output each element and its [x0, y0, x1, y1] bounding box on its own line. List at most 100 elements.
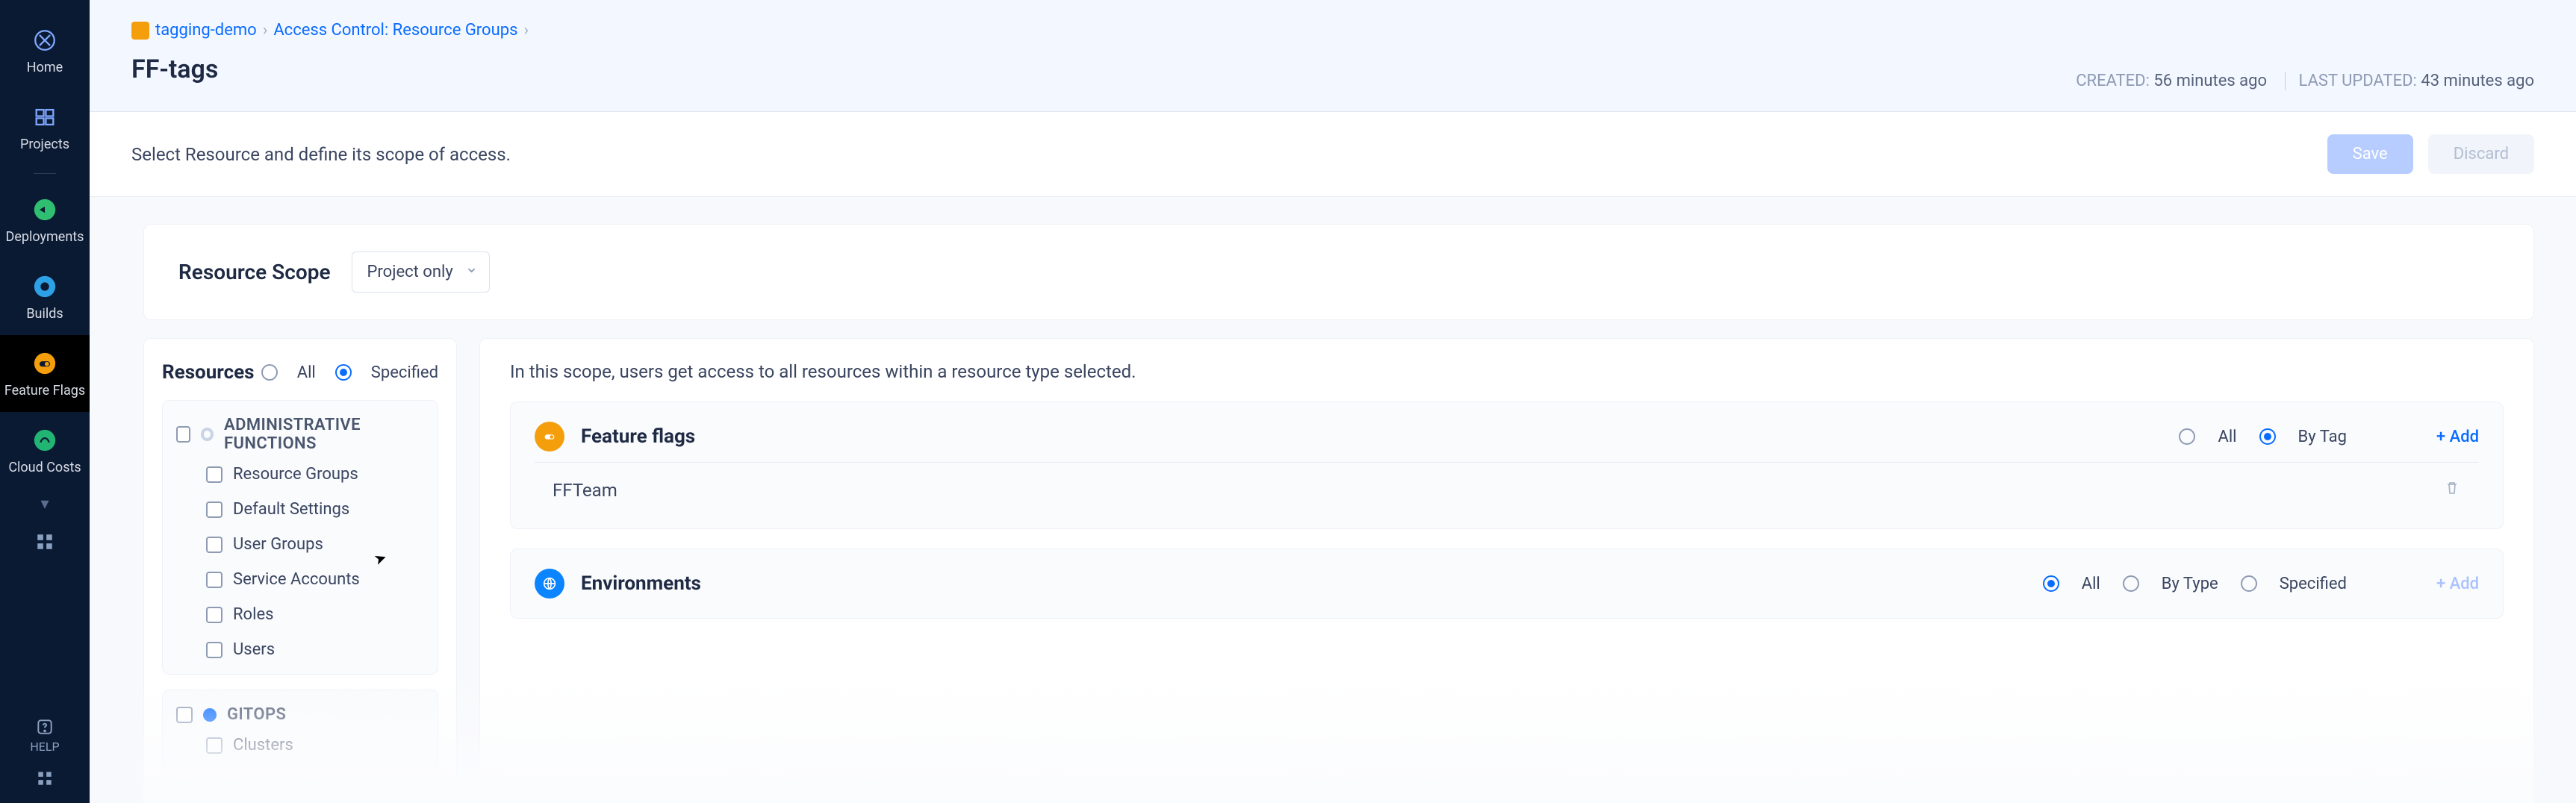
card-body: FFTeam — [535, 462, 2479, 509]
radio-by-type-label: By Type — [2162, 575, 2218, 593]
checkbox[interactable] — [206, 502, 223, 518]
sidebar-item-label: Feature Flags — [4, 383, 85, 399]
add-button[interactable]: + Add — [2436, 428, 2479, 446]
checkbox[interactable] — [206, 737, 223, 754]
card-filter: All By Tag + Add — [2179, 428, 2479, 446]
sidebar-help[interactable]: HELP — [30, 717, 59, 754]
resource-item-label: Roles — [233, 605, 273, 624]
updated-label: LAST UPDATED: — [2299, 72, 2417, 90]
resource-item-label: Service Accounts — [233, 570, 360, 589]
detail-panel: In this scope, users get access to all r… — [479, 338, 2534, 803]
main: tagging-demo › Access Control: Resource … — [90, 0, 2576, 803]
sidebar-collapse-icon[interactable]: ▾ — [40, 489, 49, 519]
add-button[interactable]: + Add — [2436, 575, 2479, 593]
resource-item[interactable]: Service Accounts — [206, 570, 424, 589]
radio-specified[interactable] — [2241, 575, 2257, 592]
resource-item[interactable]: User Groups — [206, 535, 424, 554]
resource-card-environments: Environments All By Type Specified + Add — [510, 549, 2504, 619]
scope-note: In this scope, users get access to all r… — [510, 361, 2504, 382]
environments-icon — [535, 569, 564, 599]
sidebar-item-projects[interactable]: Projects — [0, 89, 90, 166]
radio-by-tag[interactable] — [2259, 428, 2276, 445]
resource-item-label: User Groups — [233, 535, 323, 554]
category-head[interactable]: ADMINISTRATIVE FUNCTIONS — [176, 416, 424, 453]
category-dot-icon — [201, 428, 214, 441]
breadcrumb-project[interactable]: tagging-demo — [155, 21, 257, 40]
created-label: CREATED: — [2076, 72, 2150, 90]
grid-icon — [30, 527, 60, 557]
card-title: Environments — [581, 572, 701, 595]
sidebar-item-feature-flags[interactable]: Feature Flags — [0, 335, 90, 412]
radio-by-tag-label: By Tag — [2298, 428, 2347, 446]
resources-panel: Resources All Specified ADMINISTRATIVE F… — [143, 338, 457, 803]
resource-item[interactable]: Default Settings — [206, 500, 424, 519]
breadcrumb-section[interactable]: Access Control: Resource Groups — [273, 21, 517, 40]
project-icon — [131, 22, 149, 40]
checkbox[interactable] — [206, 642, 223, 658]
radio-all[interactable] — [2043, 575, 2059, 592]
resources-filter: All Specified — [261, 363, 438, 382]
trash-icon[interactable] — [2443, 479, 2461, 502]
resources-title: Resources — [162, 361, 255, 384]
resource-item[interactable]: Roles — [206, 605, 424, 624]
checkbox[interactable] — [206, 572, 223, 588]
radio-all[interactable] — [2179, 428, 2195, 445]
radio-all[interactable] — [261, 364, 278, 381]
sidebar-item-cloud-costs[interactable]: Cloud Costs — [0, 412, 90, 489]
radio-by-type[interactable] — [2123, 575, 2139, 592]
resource-scope-value: Project only — [367, 263, 453, 281]
chevron-right-icon: › — [263, 21, 268, 40]
radio-all-label: All — [297, 363, 316, 382]
resource-item-label: Resource Groups — [233, 465, 358, 484]
home-icon — [30, 25, 60, 55]
feature-flags-icon — [535, 422, 564, 452]
save-button[interactable]: Save — [2327, 134, 2413, 174]
projects-icon — [30, 102, 60, 132]
resource-card-feature-flags: Feature flags All By Tag + Add FFTeam — [510, 402, 2504, 529]
action-buttons: Save Discard — [2315, 134, 2534, 174]
sidebar-apps-icon[interactable] — [35, 769, 55, 791]
radio-all-label: All — [2218, 428, 2236, 446]
help-label: HELP — [30, 740, 59, 754]
header-meta: CREATED: 56 minutes ago LAST UPDATED: 43… — [2076, 72, 2534, 90]
header: tagging-demo › Access Control: Resource … — [90, 0, 2576, 112]
resource-item-label: Users — [233, 640, 275, 659]
updated-value: 43 minutes ago — [2421, 72, 2534, 90]
sidebar-item-label: Cloud Costs — [8, 460, 81, 475]
sidebar-item-deployments[interactable]: Deployments — [0, 181, 90, 258]
builds-icon — [30, 272, 60, 301]
resource-item[interactable]: Users — [206, 640, 424, 659]
discard-button[interactable]: Discard — [2428, 134, 2534, 174]
checkbox[interactable] — [206, 537, 223, 553]
sidebar-item-grid[interactable] — [0, 519, 90, 564]
resource-item-label: Default Settings — [233, 500, 349, 519]
resource-item[interactable]: Resource Groups — [206, 465, 424, 484]
feature-flags-icon — [30, 349, 60, 378]
resource-item[interactable]: Clusters — [206, 736, 424, 754]
sidebar-item-builds[interactable]: Builds — [0, 258, 90, 335]
resource-scope-bar: Resource Scope Project only — [143, 224, 2534, 320]
checkbox[interactable] — [206, 607, 223, 623]
tag-row[interactable]: FFTeam — [553, 479, 2461, 502]
category-items: Clusters — [176, 736, 424, 754]
sidebar-item-home[interactable]: Home — [0, 12, 90, 89]
resource-category: GITOPS Clusters — [162, 690, 438, 770]
instruction-bar: Select Resource and define its scope of … — [90, 112, 2576, 197]
sidebar-divider — [34, 173, 56, 174]
category-label: ADMINISTRATIVE FUNCTIONS — [224, 416, 424, 453]
category-head[interactable]: GITOPS — [176, 705, 424, 724]
checkbox[interactable] — [176, 707, 193, 723]
sidebar: Home Projects Deployments Builds Feature… — [0, 0, 90, 803]
resources-head: Resources All Specified — [162, 361, 438, 384]
meta-divider — [2285, 72, 2286, 90]
checkbox[interactable] — [176, 426, 190, 443]
radio-specified[interactable] — [335, 364, 352, 381]
breadcrumb: tagging-demo › Access Control: Resource … — [131, 21, 2534, 40]
category-dot-icon — [203, 708, 217, 722]
resource-scope-select[interactable]: Project only — [352, 251, 490, 293]
checkbox[interactable] — [206, 466, 223, 483]
radio-specified-label: Specified — [371, 363, 438, 382]
resource-scope-label: Resource Scope — [178, 260, 331, 284]
card-title: Feature flags — [581, 425, 695, 448]
instruction-text: Select Resource and define its scope of … — [131, 144, 511, 165]
